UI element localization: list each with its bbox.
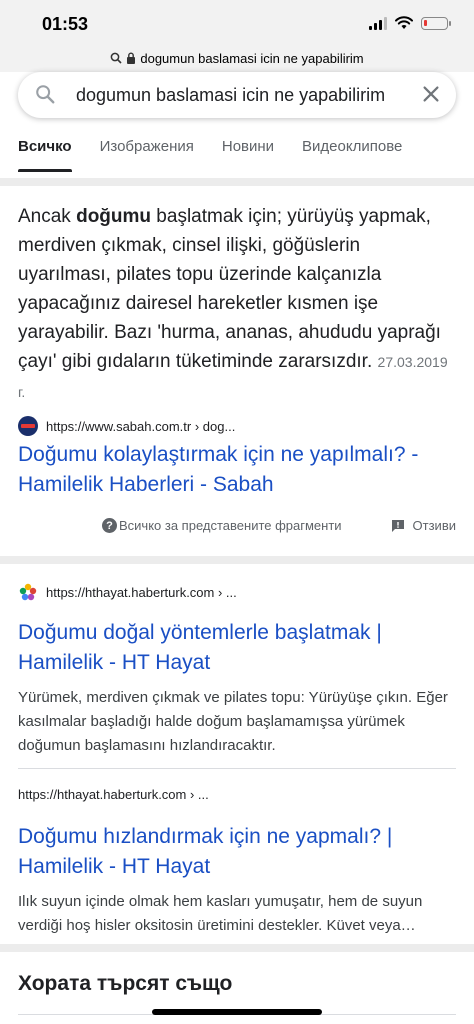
result-title[interactable]: Doğumu hızlandırmak için ne yapmalı? | H… <box>18 822 456 882</box>
snippet-text-after: başlatmak için; yürüyüş yapmak, merdiven… <box>18 206 441 372</box>
tab-all[interactable]: Всичко <box>18 138 72 172</box>
sabah-favicon-icon <box>18 416 38 436</box>
result-source[interactable]: https://hthayat.haberturk.com › ... <box>18 582 237 602</box>
search-input[interactable]: dogumun baslamasi icin ne yapabilirim <box>76 85 385 106</box>
about-featured-snippets-link[interactable]: ? Всичко за представените фрагменти <box>102 518 342 533</box>
status-icons <box>369 16 451 30</box>
tab-videos[interactable]: Видеоклипове <box>302 138 402 172</box>
tab-news[interactable]: Новини <box>222 138 274 172</box>
battery-level <box>424 19 427 26</box>
close-icon[interactable] <box>420 83 442 105</box>
haberturk-favicon-icon <box>19 583 37 601</box>
status-time: 01:53 <box>42 14 89 34</box>
section-divider <box>0 556 474 564</box>
search-tabs: Всичко Изображения Новини Видеоклипове <box>18 138 474 172</box>
snippet-footer: ? Всичко за представените фрагменти Отзи… <box>0 516 474 538</box>
help-icon: ? <box>102 518 117 533</box>
home-indicator[interactable] <box>152 1009 322 1015</box>
result-title[interactable]: Doğumu doğal yöntemlerle başlatmak | Ham… <box>18 618 456 678</box>
result-url: https://hthayat.haberturk.com › ... <box>46 584 237 600</box>
battery-icon <box>421 16 451 30</box>
wifi-icon <box>395 16 413 29</box>
lock-icon <box>127 52 136 64</box>
feedback-label: Отзиви <box>412 518 456 533</box>
address-bar[interactable]: dogumun baslamasi icin ne yapabilirim <box>0 44 474 72</box>
search-small-icon <box>111 52 122 64</box>
feedback-button[interactable]: Отзиви <box>391 518 456 533</box>
snippet-result-title[interactable]: Doğumu kolaylaştırmak için ne yapılmalı?… <box>18 440 456 500</box>
people-also-search-heading: Хората търсят също <box>18 972 233 995</box>
search-box[interactable]: dogumun baslamasi icin ne yapabilirim <box>18 72 456 118</box>
result-divider <box>18 768 456 769</box>
section-divider <box>0 178 474 186</box>
snippet-bold-term: doğumu <box>76 206 152 227</box>
result-source[interactable]: https://hthayat.haberturk.com › ... <box>18 787 209 802</box>
about-snippets-label: Всичко за представените фрагменти <box>119 518 342 533</box>
result-url: https://hthayat.haberturk.com › ... <box>18 787 209 802</box>
snippet-source-url: https://www.sabah.com.tr › dog... <box>46 418 236 434</box>
address-text: dogumun baslamasi icin ne yapabilirim <box>140 50 364 66</box>
cellular-signal-icon <box>369 16 387 30</box>
search-icon[interactable] <box>34 83 56 105</box>
result-description: Yürümek, merdiven çıkmak ve pilates topu… <box>18 689 448 754</box>
featured-snippet-text: Ancak doğumu başlatmak için; yürüyüş yap… <box>18 202 458 407</box>
tab-images[interactable]: Изображения <box>100 138 194 172</box>
snippet-text-before: Ancak <box>18 206 77 227</box>
snippet-source[interactable]: https://www.sabah.com.tr › dog... <box>18 416 235 436</box>
section-divider <box>0 944 474 952</box>
result-description: Ilık suyun içinde olmak hem kasları yumu… <box>18 893 423 934</box>
feedback-icon <box>391 519 404 532</box>
status-bar: 01:53 <box>0 0 474 44</box>
